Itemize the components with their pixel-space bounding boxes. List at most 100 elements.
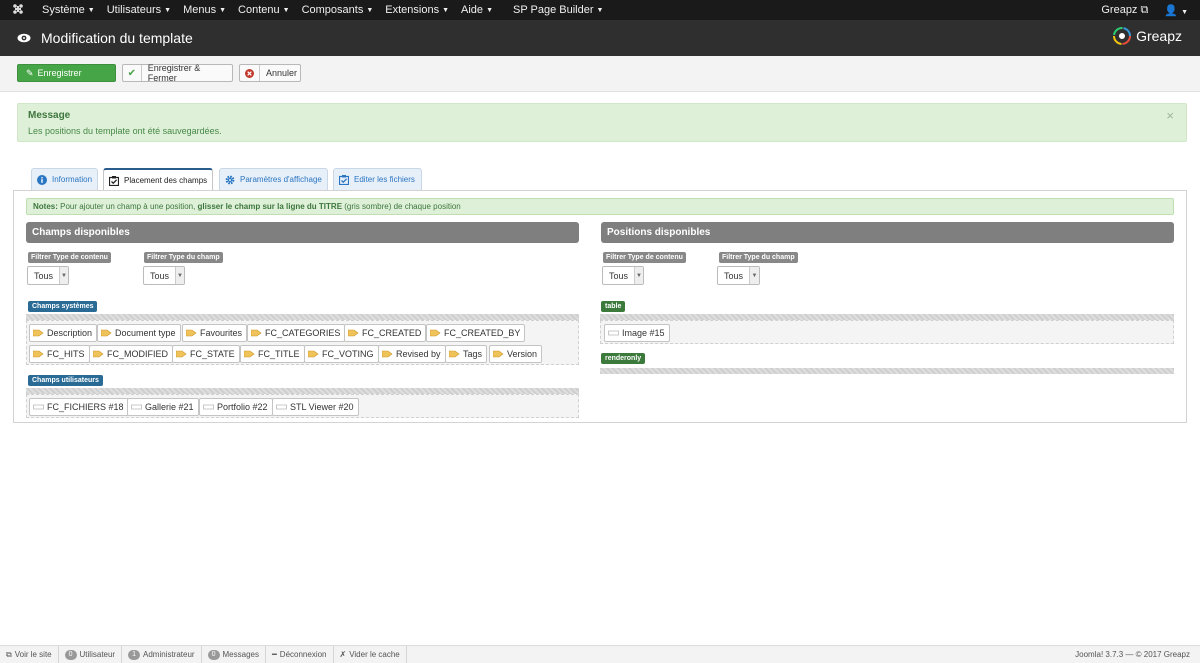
menu-utilisateurs[interactable]: Utilisateurs ▼ (101, 0, 177, 20)
position-table-label: table (601, 301, 626, 312)
field-chip[interactable]: Description (29, 324, 98, 342)
position-renderonly-label: renderonly (601, 353, 646, 364)
field-icon (608, 330, 619, 336)
clear-cache-link[interactable]: ✗ Vider le cache (334, 645, 407, 663)
filter-content-type-select[interactable]: Tous ▼ (602, 266, 644, 285)
users-label: Utilisateur (79, 650, 116, 659)
field-chip[interactable]: Favourites (182, 324, 248, 342)
tab-parametres-affichage[interactable]: Paramètres d'affichage (219, 168, 328, 190)
field-chip[interactable]: FC_MODIFIED (89, 345, 174, 363)
menu-contenu[interactable]: Contenu ▼ (232, 0, 296, 20)
select-value: Tous (150, 270, 170, 281)
view-site-link[interactable]: ⧉ Voir le site (0, 645, 59, 663)
chevron-down-icon: ▼ (59, 267, 68, 284)
copyright-text: Joomla! 3.7.3 — © 2017 Greapz (1075, 650, 1190, 659)
save-button[interactable]: ✎ Enregistrer (17, 64, 116, 82)
site-link[interactable]: Greapz ⧉ (1101, 4, 1148, 17)
select-value: Tous (609, 270, 629, 281)
field-chip[interactable]: Version (489, 345, 543, 363)
status-footer: ⧉ Voir le site 0 Utilisateur 1 Administrate… (0, 645, 1200, 663)
field-chip[interactable]: Tags (445, 345, 488, 363)
admins-status[interactable]: 1 Administrateur (122, 645, 202, 663)
tab-editer-fichiers[interactable]: Editer les fichiers (333, 168, 422, 190)
menu-extensions[interactable]: Extensions ▼ (379, 0, 455, 20)
chevron-down-icon: ▼ (175, 267, 184, 284)
chevron-down-icon: ▼ (634, 267, 643, 284)
tab-information[interactable]: Information (31, 168, 98, 190)
field-chip[interactable]: Document type (97, 324, 181, 342)
field-chip[interactable]: Image #15 (604, 324, 670, 342)
chip-label: Image #15 (622, 328, 665, 338)
field-icon (33, 404, 44, 410)
messages-status[interactable]: 0 Messages (202, 645, 266, 663)
cancel-button[interactable]: Annuler (239, 64, 301, 82)
field-chip[interactable]: Revised by (378, 345, 446, 363)
field-chip[interactable]: FC_CATEGORIES (247, 324, 346, 342)
field-chip[interactable]: Gallerie #21 (127, 398, 199, 416)
tag-icon (348, 329, 359, 337)
field-chip[interactable]: FC_CREATED (344, 324, 427, 342)
chip-label: FC_VOTING (322, 349, 374, 359)
page-title: Modification du template (41, 30, 193, 46)
field-chip[interactable]: FC_FICHIERS #18 (29, 398, 129, 416)
menu-label: Aide (461, 4, 484, 16)
cancel-label: Annuler (266, 68, 298, 78)
chip-label: Revised by (396, 349, 441, 359)
filter-field-type-select[interactable]: Tous ▼ (717, 266, 760, 285)
notes-banner: Notes: Pour ajouter un champ à une posit… (26, 198, 1174, 215)
chevron-down-icon: ▼ (749, 267, 759, 284)
system-fields-label: Champs systèmes (28, 301, 98, 312)
field-chip[interactable]: Portfolio #22 (199, 398, 273, 416)
cancel-circle-icon (240, 65, 260, 81)
brand-logo: Greapz (1113, 27, 1182, 45)
field-chip[interactable]: FC_STATE (172, 345, 240, 363)
tag-icon (493, 350, 504, 358)
notes-bold: glisser le champ sur la ligne du TITRE (197, 202, 343, 211)
users-status[interactable]: 0 Utilisateur (59, 645, 123, 663)
menu-label: Menus (183, 4, 217, 16)
tag-icon (449, 350, 460, 358)
tab-label: Paramètres d'affichage (240, 175, 322, 184)
chip-label: Document type (115, 328, 176, 338)
chip-label: FC_STATE (190, 349, 235, 359)
field-chip[interactable]: FC_TITLE (240, 345, 305, 363)
greapz-logo-icon (1113, 27, 1132, 45)
position-table-zone[interactable] (600, 320, 1174, 344)
filter-content-type-label: Filtrer Type de contenu (28, 252, 111, 263)
checklist-icon (339, 174, 349, 185)
chip-label: FC_MODIFIED (107, 349, 169, 359)
eye-icon (16, 30, 32, 46)
menu-aide[interactable]: Aide ▼ (455, 0, 499, 20)
menu-label: Composants (301, 4, 364, 16)
close-icon[interactable]: × (1166, 108, 1174, 123)
menu-label: Extensions (385, 4, 440, 16)
field-chip[interactable]: FC_HITS (29, 345, 90, 363)
field-chip[interactable]: FC_CREATED_BY (426, 324, 526, 342)
user-menu[interactable]: 👤 ▼ (1164, 4, 1188, 17)
tag-icon (93, 350, 104, 358)
admin-menubar: Système ▼ Utilisateurs ▼ Menus ▼ Contenu ▼ C… (0, 0, 1200, 20)
menu-sp-page-builder[interactable]: SP Page Builder ▼ (507, 0, 609, 20)
tag-icon (251, 329, 262, 337)
filter-content-type-select[interactable]: Tous ▼ (27, 266, 69, 285)
menu-menus[interactable]: Menus ▼ (177, 0, 232, 20)
site-name: Greapz (1101, 3, 1138, 16)
menu-label: SP Page Builder (513, 4, 594, 16)
save-close-button[interactable]: ✔ Enregistrer & Fermer (122, 63, 233, 83)
field-chip[interactable]: STL Viewer #20 (272, 398, 359, 416)
tab-placement-champs[interactable]: Placement des champs (103, 168, 213, 191)
field-chip[interactable]: FC_VOTING (304, 345, 379, 363)
menu-composants[interactable]: Composants ▼ (296, 0, 380, 20)
logout-link[interactable]: ━ Déconnexion (266, 645, 334, 663)
chip-label: Gallerie #21 (145, 402, 194, 412)
filter-field-type-select[interactable]: Tous ▼ (143, 266, 185, 285)
admins-label: Administrateur (143, 650, 195, 659)
tab-label: Editer les fichiers (354, 175, 415, 184)
position-renderonly-dropbar[interactable] (600, 368, 1174, 374)
save-label: Enregistrer (37, 68, 82, 78)
chip-label: Portfolio #22 (217, 402, 268, 412)
message-title: Message (28, 110, 71, 121)
joomla-logo-icon[interactable] (0, 3, 36, 18)
chip-label: FC_FICHIERS #18 (47, 402, 124, 412)
menu-systeme[interactable]: Système ▼ (36, 0, 101, 20)
